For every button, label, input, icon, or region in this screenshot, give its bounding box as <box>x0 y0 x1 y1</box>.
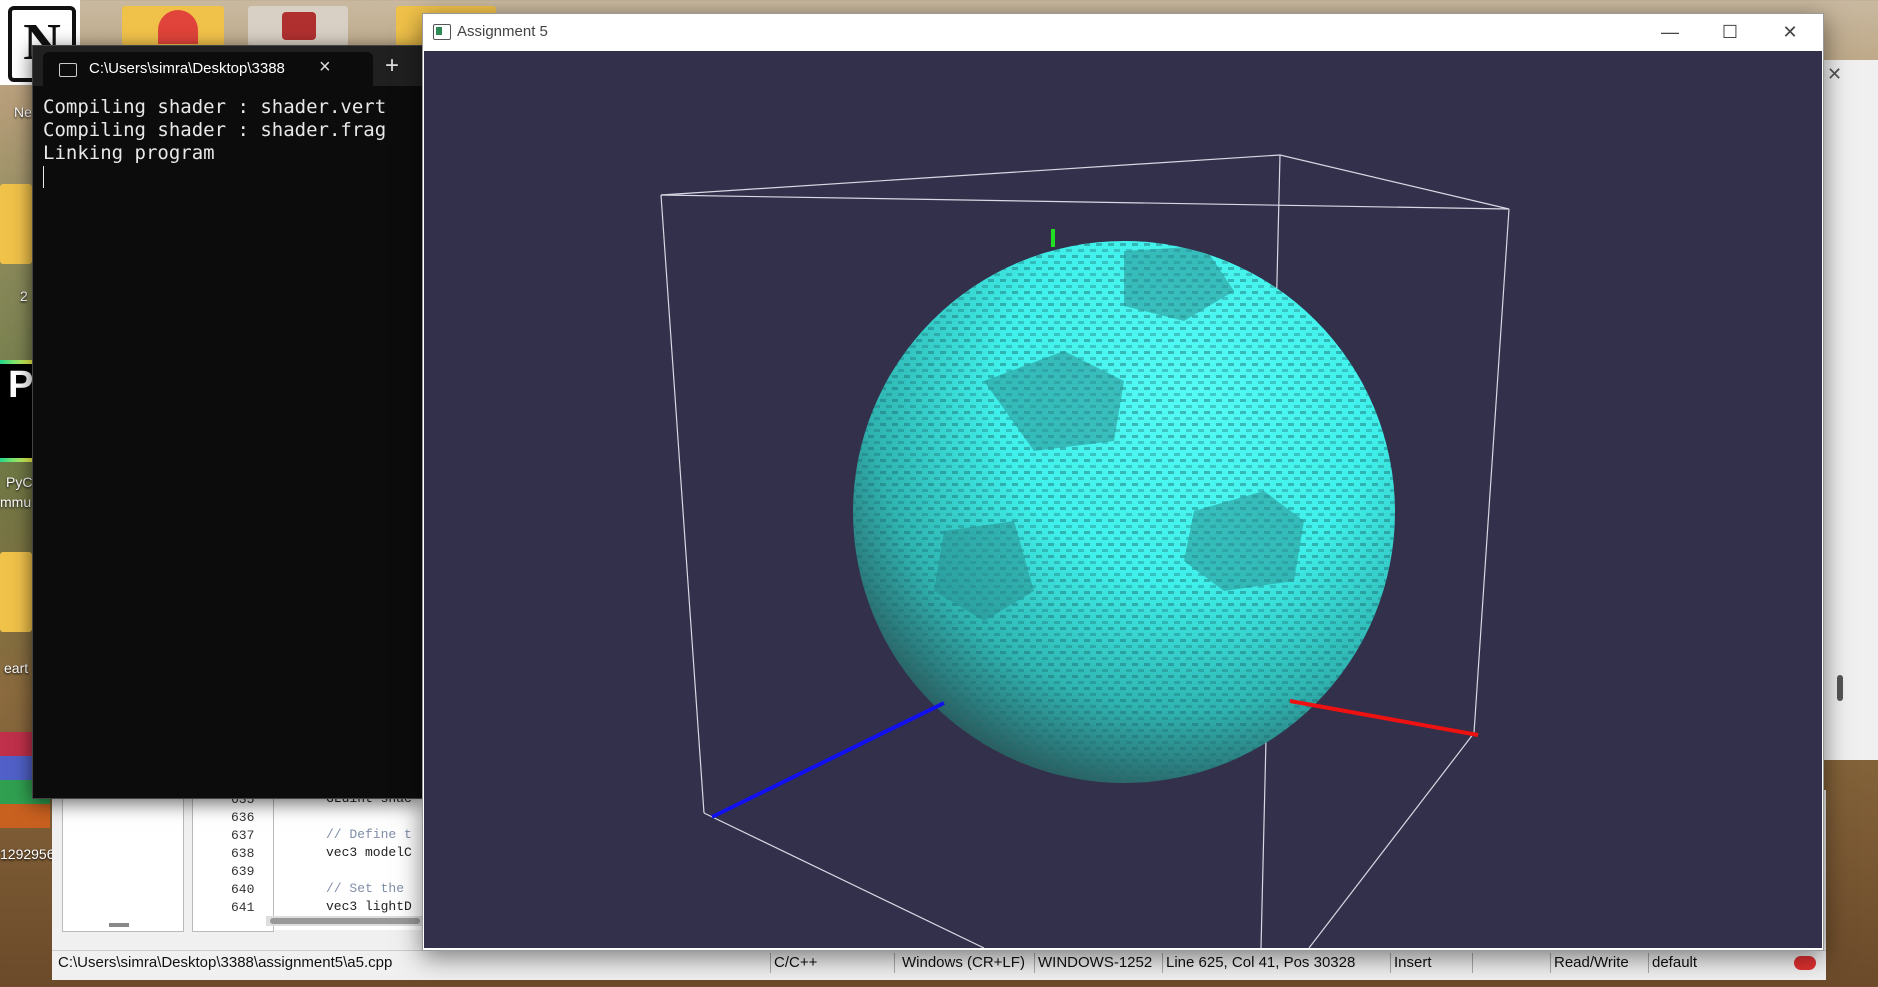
window-titlebar[interactable]: Assignment 5 — ☐ ✕ <box>423 14 1823 50</box>
desktop-label[interactable]: 2 <box>20 288 28 304</box>
close-icon[interactable]: ✕ <box>1827 64 1842 85</box>
terminal-tab-title: C:\Users\simra\Desktop\3388 <box>89 60 285 77</box>
line-number: 638 <box>231 846 255 861</box>
scene-render <box>660 154 1510 949</box>
status-line-endings[interactable]: Windows (CR+LF) <box>902 954 1025 971</box>
desktop-label[interactable]: PyC <box>6 474 32 490</box>
folder-icon[interactable] <box>0 552 32 632</box>
minimize-button[interactable]: — <box>1647 18 1693 46</box>
folder-icon[interactable] <box>0 184 32 264</box>
scrollbar[interactable] <box>1837 675 1843 701</box>
status-file-path: C:\Users\simra\Desktop\3388\assignment5\… <box>58 954 393 971</box>
line-number: 641 <box>231 900 255 915</box>
terminal-tab-bar: C:\Users\simra\Desktop\3388 × + ⌄ <box>33 46 443 86</box>
status-position: Line 625, Col 41, Pos 30328 <box>1166 954 1356 971</box>
status-insert-mode[interactable]: Insert <box>1394 954 1432 971</box>
desktop-label[interactable]: Ne <box>14 104 32 120</box>
new-tab-button[interactable]: + <box>385 52 399 80</box>
line-number-gutter: 635 636 637 638 639 640 641 <box>192 790 274 932</box>
desktop-label[interactable]: eart <box>4 660 28 676</box>
side-panel <box>62 790 184 932</box>
status-language[interactable]: C/C++ <box>774 954 817 971</box>
z-axis <box>711 701 945 819</box>
close-button[interactable]: ✕ <box>1767 18 1813 46</box>
line-number: 637 <box>231 828 255 843</box>
assignment-window[interactable]: Assignment 5 — ☐ ✕ <box>422 13 1824 951</box>
terminal-icon <box>59 63 77 77</box>
x-axis <box>1289 699 1479 737</box>
line-number: 640 <box>231 882 255 897</box>
pycharm-icon[interactable]: P <box>0 360 33 462</box>
maximize-button[interactable]: ☐ <box>1707 18 1753 46</box>
opengl-viewport[interactable] <box>424 51 1822 949</box>
line-number: 639 <box>231 864 255 879</box>
window-app-icon <box>433 24 451 40</box>
status-access[interactable]: Read/Write <box>1554 954 1629 971</box>
terminal-output-text: Compiling shader : shader.vert Compiling… <box>43 96 387 164</box>
app-icon[interactable] <box>158 10 198 44</box>
background-window: ✕ <box>1822 60 1878 760</box>
status-encoding[interactable]: WINDOWS-1252 <box>1038 954 1152 971</box>
status-profile[interactable]: default <box>1652 954 1697 971</box>
panel-scroll-handle[interactable] <box>109 923 129 927</box>
desktop-label[interactable]: mmu <box>0 494 31 510</box>
terminal-window[interactable]: C:\Users\simra\Desktop\3388 × + ⌄ Compil… <box>32 45 443 799</box>
toolbox-icon[interactable] <box>282 12 316 40</box>
desktop-label[interactable]: 1292956 <box>0 846 55 862</box>
close-tab-icon[interactable]: × <box>319 56 331 79</box>
terminal-tab[interactable]: C:\Users\simra\Desktop\3388 × <box>43 52 373 86</box>
status-bar: C:\Users\simra\Desktop\3388\assignment5\… <box>52 950 1826 975</box>
window-title: Assignment 5 <box>457 23 548 40</box>
text-cursor <box>43 165 44 188</box>
terminal-output[interactable]: Compiling shader : shader.vert Compiling… <box>43 96 422 188</box>
line-number: 636 <box>231 810 255 825</box>
scroll-thumb[interactable] <box>270 918 420 924</box>
spellcheck-icon[interactable] <box>1794 956 1816 970</box>
